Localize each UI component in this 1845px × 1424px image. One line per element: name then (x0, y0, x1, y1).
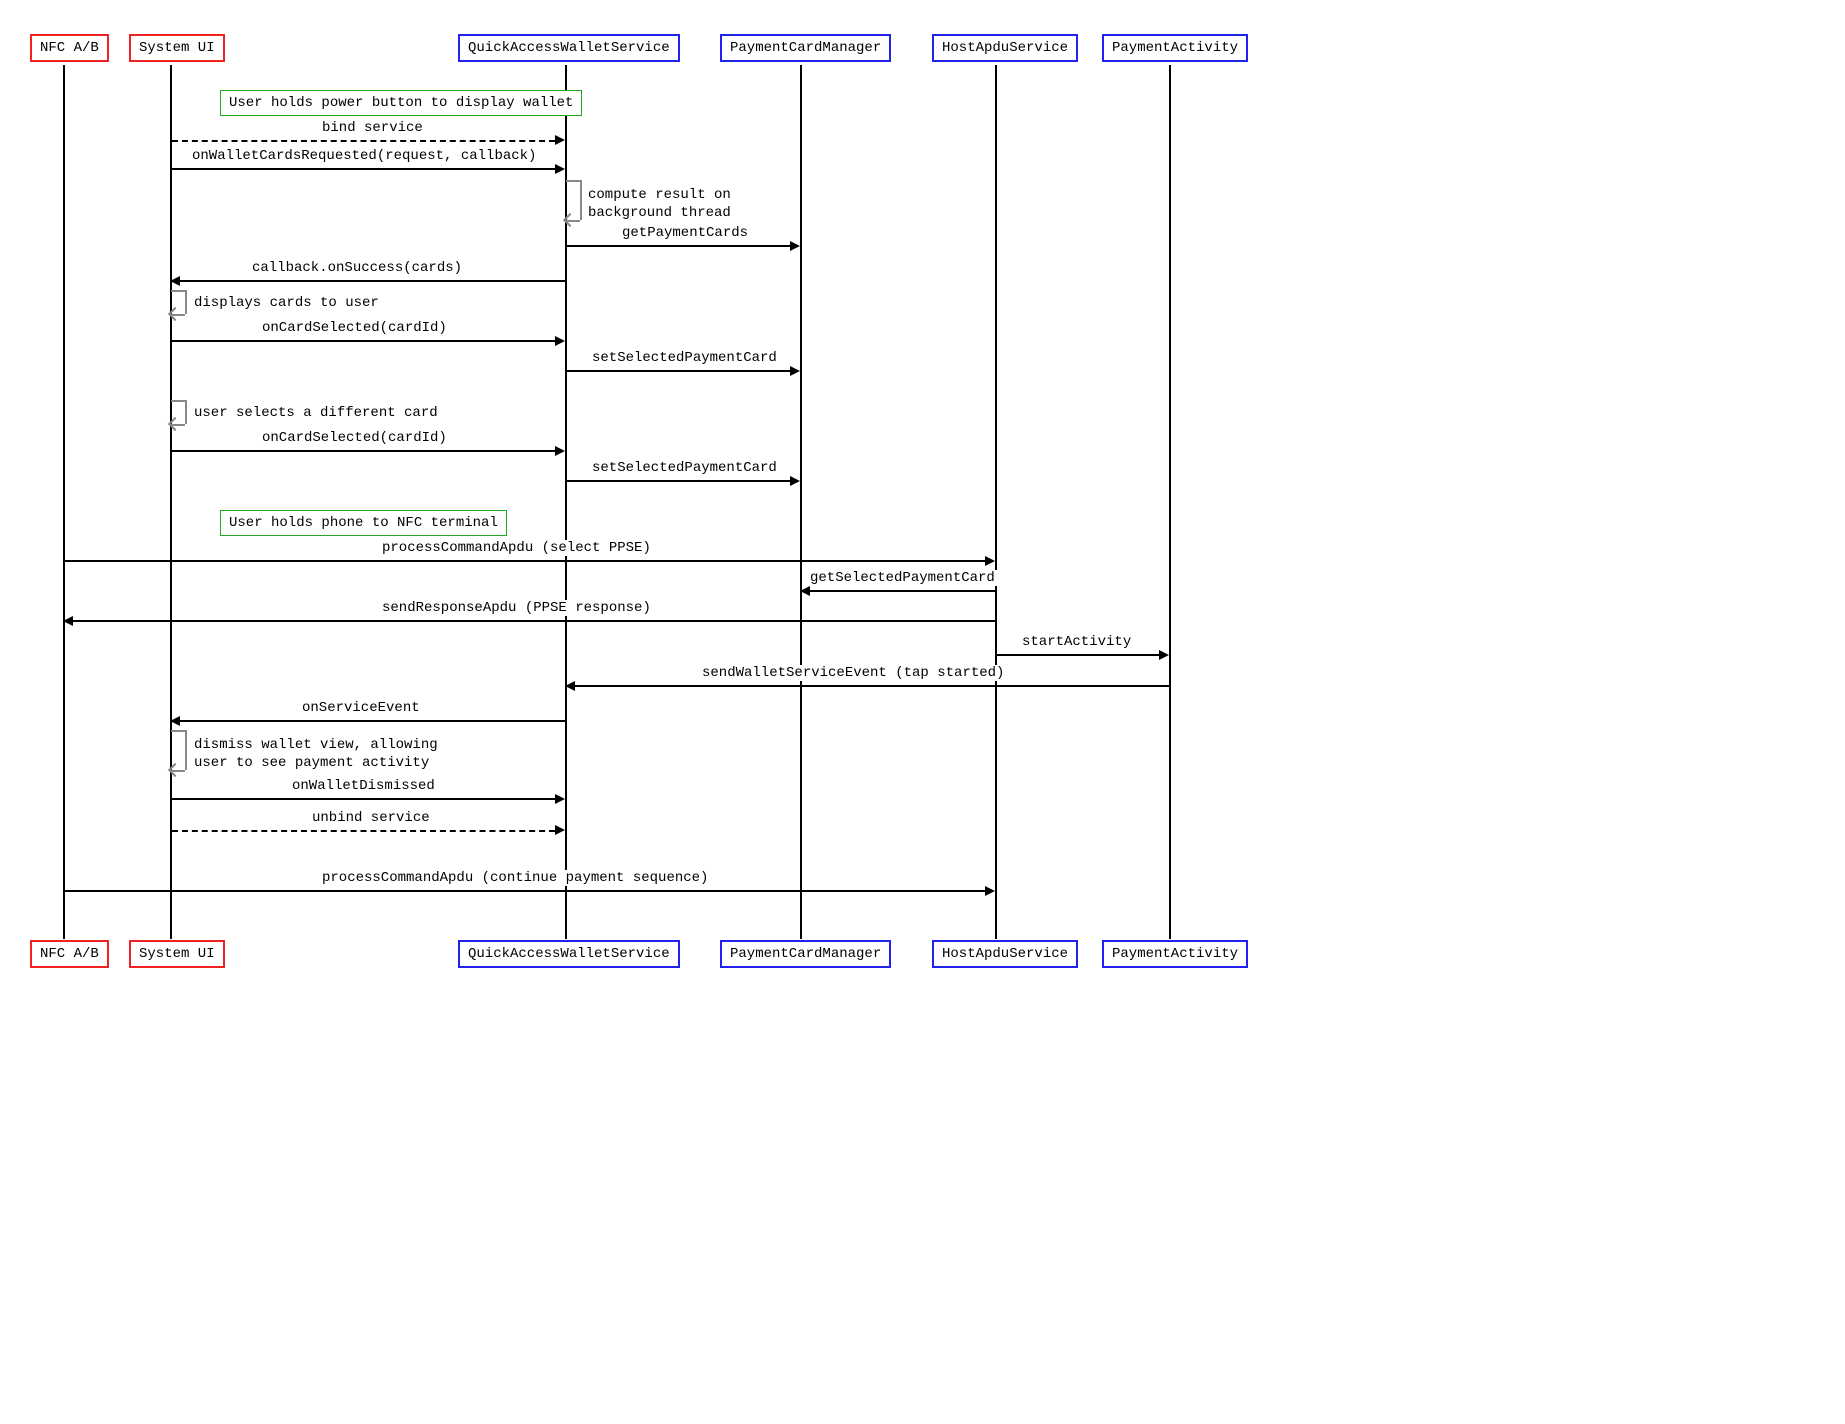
actor-pcm-top: PaymentCardManager (720, 34, 891, 62)
actor-sysui-top: System UI (129, 34, 225, 62)
msg-callback-onsuccess: callback.onSuccess(cards) (250, 260, 464, 276)
arrow-onwalletdismissed (172, 798, 555, 800)
msg-sendwalletserviceevent: sendWalletServiceEvent (tap started) (700, 665, 1006, 681)
msg-onwalletcardsrequested: onWalletCardsRequested(request, callback… (190, 148, 538, 164)
msg-processcommandapdu-ppse: processCommandApdu (select PPSE) (380, 540, 653, 556)
msg-sendresponseapdu: sendResponseApdu (PPSE response) (380, 600, 653, 616)
msg-bind-service: bind service (320, 120, 425, 136)
arrowhead (790, 241, 800, 251)
msg-onwalletdismissed: onWalletDismissed (290, 778, 437, 794)
actor-has-top: HostApduService (932, 34, 1078, 62)
arrow-startactivity (997, 654, 1159, 656)
arrowhead (565, 681, 575, 691)
actor-nfc-bottom: NFC A/B (30, 940, 109, 968)
lifeline-pa (1169, 65, 1171, 939)
arrowhead (790, 366, 800, 376)
actor-qaws-bottom: QuickAccessWalletService (458, 940, 680, 968)
arrow-oncardselected-1 (172, 340, 555, 342)
arrowhead (555, 336, 565, 346)
label-dismiss-wallet: dismiss wallet view, allowing user to se… (194, 736, 438, 772)
arrow-setselectedpaymentcard-2 (567, 480, 790, 482)
actor-pcm-bottom: PaymentCardManager (720, 940, 891, 968)
arrowhead (555, 794, 565, 804)
arrow-getpaymentcards (567, 245, 790, 247)
msg-unbind-service: unbind service (310, 810, 432, 826)
arrowhead (555, 825, 565, 835)
arrow-getselectedpaymentcard (810, 590, 995, 592)
arrowhead (555, 164, 565, 174)
actor-has-bottom: HostApduService (932, 940, 1078, 968)
msg-onserviceevent: onServiceEvent (300, 700, 422, 716)
arrow-bind-service (172, 140, 555, 142)
arrow-sendresponseapdu (73, 620, 995, 622)
arrow-onserviceevent (180, 720, 565, 722)
arrow-oncardselected-2 (172, 450, 555, 452)
lifeline-qaws (565, 65, 567, 939)
lifeline-has (995, 65, 997, 939)
arrow-sendwalletserviceevent (575, 685, 1169, 687)
actor-pa-bottom: PaymentActivity (1102, 940, 1248, 968)
msg-setselectedpaymentcard-2: setSelectedPaymentCard (590, 460, 779, 476)
label-compute-bg: compute result on background thread (588, 186, 731, 222)
actor-sysui-bottom: System UI (129, 940, 225, 968)
arrow-processcommandapdu-cont (65, 890, 985, 892)
lifeline-nfc (63, 65, 65, 939)
lifeline-pcm (800, 65, 802, 939)
lifeline-sysui (170, 65, 172, 939)
note-hold-power: User holds power button to display walle… (220, 90, 582, 116)
actor-pa-top: PaymentActivity (1102, 34, 1248, 62)
note-hold-nfc: User holds phone to NFC terminal (220, 510, 507, 536)
arrowhead (1159, 650, 1169, 660)
arrow-unbind-service (172, 830, 555, 832)
arrow-onwalletcardsrequested (172, 168, 555, 170)
sequence-diagram: NFC A/B System UI QuickAccessWalletServi… (20, 20, 1250, 980)
label-displays-cards: displays cards to user (194, 294, 379, 312)
msg-startactivity: startActivity (1020, 634, 1133, 650)
arrowhead (63, 616, 73, 626)
actor-qaws-top: QuickAccessWalletService (458, 34, 680, 62)
arrow-callback-onsuccess (180, 280, 565, 282)
arrowhead (790, 476, 800, 486)
arrow-processcommandapdu-ppse (65, 560, 985, 562)
msg-oncardselected-2: onCardSelected(cardId) (260, 430, 449, 446)
arrowhead (985, 886, 995, 896)
arrowhead (985, 556, 995, 566)
msg-oncardselected-1: onCardSelected(cardId) (260, 320, 449, 336)
msg-getselectedpaymentcard: getSelectedPaymentCard (808, 570, 997, 586)
label-user-selects-diff: user selects a different card (194, 404, 438, 422)
actor-nfc-top: NFC A/B (30, 34, 109, 62)
msg-setselectedpaymentcard-1: setSelectedPaymentCard (590, 350, 779, 366)
msg-processcommandapdu-cont: processCommandApdu (continue payment seq… (320, 870, 710, 886)
arrowhead (170, 716, 180, 726)
arrowhead (800, 586, 810, 596)
arrowhead (170, 276, 180, 286)
arrow-setselectedpaymentcard-1 (567, 370, 790, 372)
arrowhead (555, 446, 565, 456)
msg-getpaymentcards: getPaymentCards (620, 225, 750, 241)
arrowhead (555, 135, 565, 145)
